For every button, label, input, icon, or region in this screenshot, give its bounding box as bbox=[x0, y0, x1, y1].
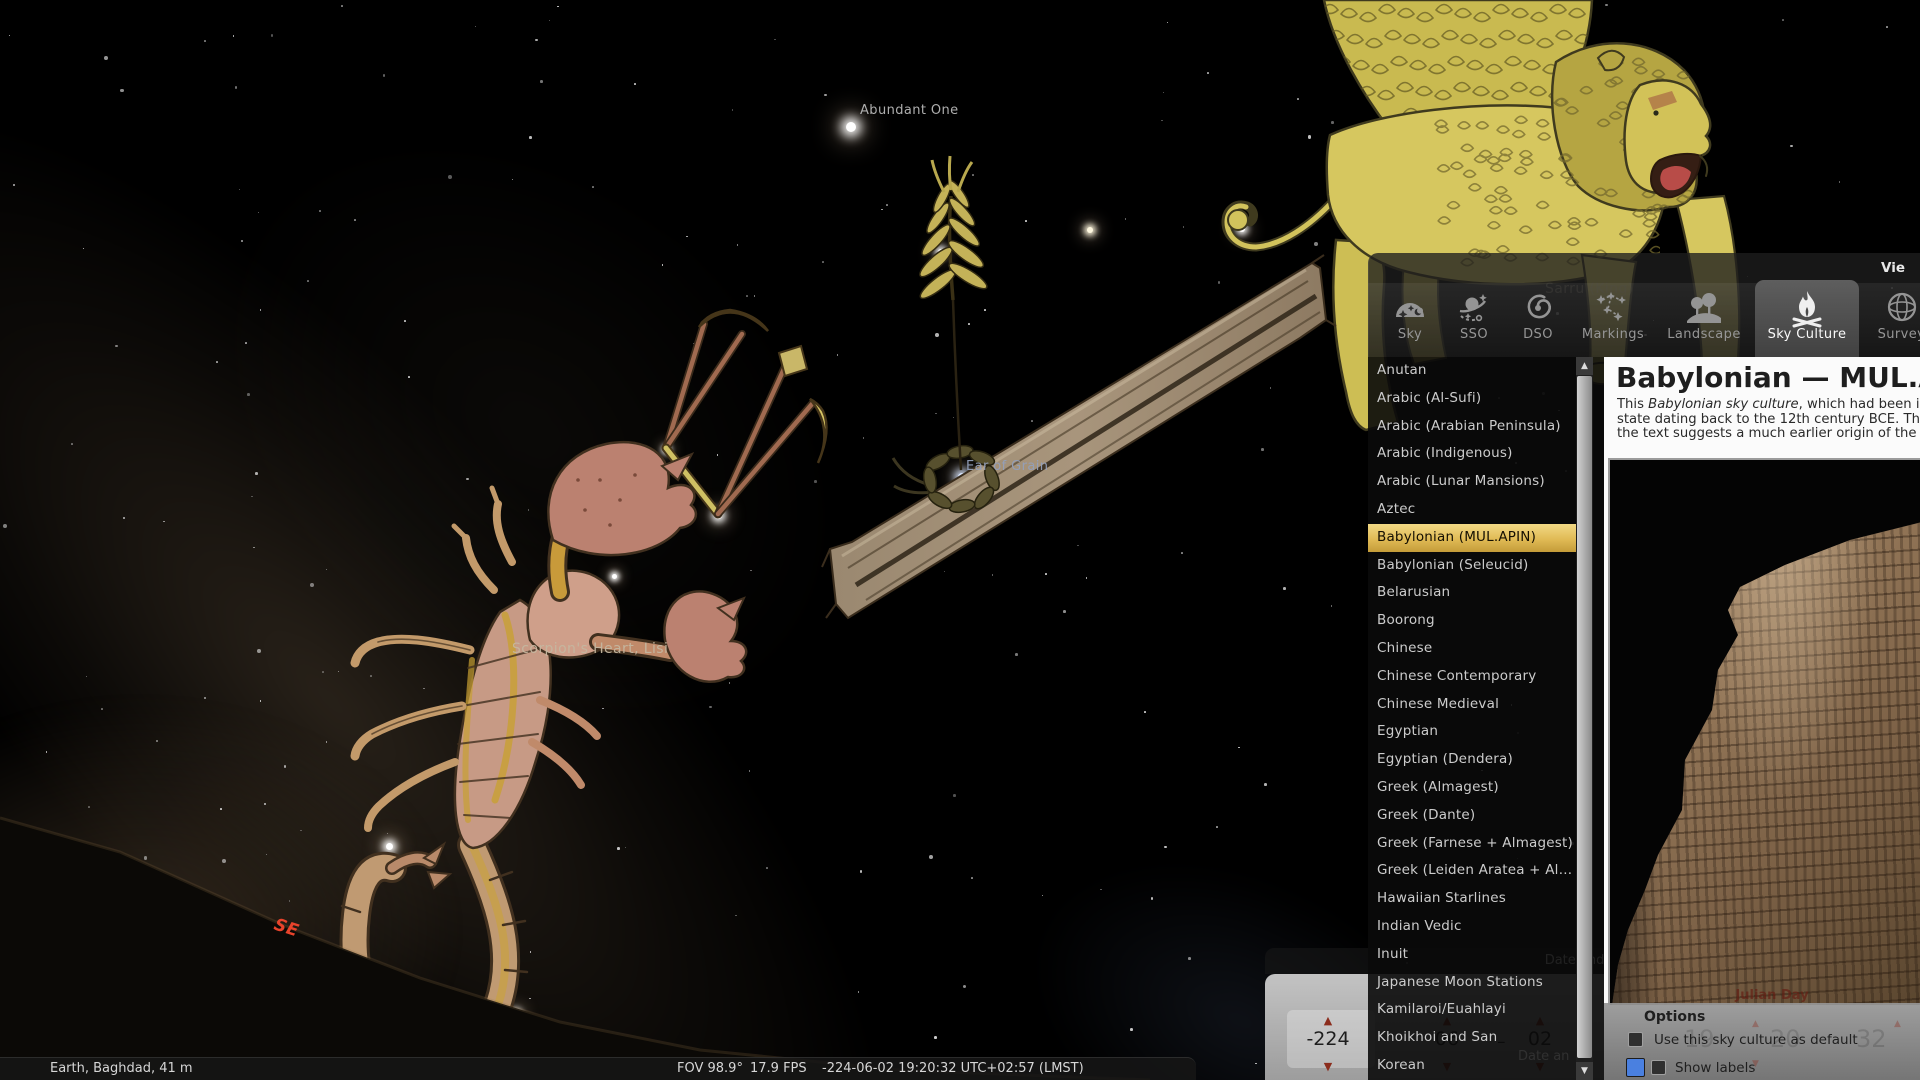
culture-item[interactable]: Indian Vedic bbox=[1368, 913, 1576, 941]
cuneiform-tablet bbox=[1610, 460, 1920, 1005]
dialog-title: Vie bbox=[1881, 260, 1905, 276]
culture-item[interactable]: Greek (Almagest) bbox=[1368, 774, 1576, 802]
culture-item[interactable]: Arabic (Lunar Mansions) bbox=[1368, 468, 1576, 496]
culture-item[interactable]: Babylonian (Seleucid) bbox=[1368, 552, 1576, 580]
culture-item[interactable]: Khoikhoi and San bbox=[1368, 1024, 1576, 1052]
options-header: Options bbox=[1644, 1009, 1705, 1025]
culture-item[interactable]: Greek (Farnese + Almagest) bbox=[1368, 830, 1576, 858]
sky-icon bbox=[1391, 289, 1429, 329]
description-line-3: the text suggests a much earlier origin … bbox=[1617, 426, 1920, 441]
list-scrollbar[interactable]: ▲ ▼ bbox=[1576, 357, 1593, 1080]
stellarium-app: Abundant One Ear of Grain Scorpion's Heart… bbox=[0, 0, 1920, 1080]
default-culture-label[interactable]: Use this sky culture as default bbox=[1654, 1032, 1858, 1048]
culture-item[interactable]: Arabic (Indigenous) bbox=[1368, 440, 1576, 468]
tab-sky-culture[interactable]: Sky Culture bbox=[1755, 280, 1859, 357]
star-label: Scorpion's Heart, Lisi bbox=[512, 641, 668, 657]
culture-item[interactable]: Chinese Medieval bbox=[1368, 691, 1576, 719]
tab-sky[interactable]: Sky bbox=[1381, 283, 1439, 357]
scrollbar-thumb[interactable] bbox=[1577, 376, 1592, 1058]
culture-item[interactable]: Japanese Moon Stations bbox=[1368, 969, 1576, 997]
default-culture-checkbox[interactable] bbox=[1628, 1032, 1643, 1047]
status-bar[interactable]: Earth, Baghdad, 41 m FOV 98.9° 17.9 FPS … bbox=[0, 1057, 1196, 1080]
star-label: Ear of Grain bbox=[966, 459, 1048, 474]
ghost-up-arrow: ▲ bbox=[1752, 1019, 1759, 1029]
culture-item[interactable]: Chinese bbox=[1368, 635, 1576, 663]
dialog-titlebar[interactable]: Vie bbox=[1368, 253, 1920, 283]
culture-description-panel: Babylonian — MUL.APIN This Babylonian sk… bbox=[1604, 357, 1920, 1080]
culture-item[interactable]: Inuit bbox=[1368, 941, 1576, 969]
surveys-icon bbox=[1886, 289, 1920, 329]
dso-icon bbox=[1519, 289, 1557, 329]
markings-icon bbox=[1594, 289, 1632, 329]
sky-culture-list[interactable]: AnutanArabic (Al-Sufi)Arabic (Arabian Pe… bbox=[1368, 357, 1604, 1080]
culture-title: Babylonian — MUL.APIN bbox=[1616, 361, 1920, 394]
view-dialog: Vie Sky bbox=[1368, 253, 1920, 1080]
tab-dso[interactable]: DSO bbox=[1509, 283, 1567, 357]
year-down-arrow[interactable]: ▼ bbox=[1293, 1060, 1363, 1073]
culture-item[interactable]: Korean bbox=[1368, 1052, 1576, 1080]
ghost-up-arrow-2: ▲ bbox=[1894, 1019, 1901, 1029]
culture-item[interactable]: Babylonian (MUL.APIN) bbox=[1368, 524, 1576, 552]
tab-label: Sky bbox=[1381, 327, 1439, 342]
tab-label: Surveys bbox=[1865, 327, 1920, 342]
show-labels-label[interactable]: Show labels bbox=[1675, 1060, 1755, 1076]
culture-item[interactable]: Hawaiian Starlines bbox=[1368, 885, 1576, 913]
culture-item[interactable]: Belarusian bbox=[1368, 579, 1576, 607]
description-line-2: state dating back to the 12th century BC… bbox=[1617, 412, 1920, 427]
tab-surveys[interactable]: Surveys bbox=[1865, 283, 1920, 357]
culture-item[interactable]: Egyptian bbox=[1368, 718, 1576, 746]
year-value[interactable]: -224 bbox=[1293, 1028, 1363, 1050]
landscape-icon bbox=[1685, 289, 1723, 329]
star-label: Abundant One bbox=[860, 103, 959, 118]
tab-label: SSO bbox=[1445, 327, 1503, 342]
scroll-down-button[interactable]: ▼ bbox=[1576, 1062, 1593, 1080]
tab-sso[interactable]: SSO bbox=[1445, 283, 1503, 357]
fov-readout: FOV 98.9° bbox=[677, 1061, 743, 1076]
tab-markings[interactable]: Markings bbox=[1573, 283, 1653, 357]
fps-readout: 17.9 FPS bbox=[750, 1061, 807, 1076]
culture-item[interactable]: Greek (Dante) bbox=[1368, 802, 1576, 830]
tab-label: DSO bbox=[1509, 327, 1567, 342]
culture-item[interactable]: Egyptian (Dendera) bbox=[1368, 746, 1576, 774]
location-readout[interactable]: Earth, Baghdad, 41 m bbox=[50, 1061, 193, 1076]
culture-item[interactable]: Kamilaroi/Euahlayi bbox=[1368, 996, 1576, 1024]
dialog-tabbar: Sky SSO DSO bbox=[1368, 283, 1920, 357]
culture-item[interactable]: Anutan bbox=[1368, 357, 1576, 385]
year-up-arrow[interactable]: ▲ bbox=[1293, 1014, 1363, 1027]
options-section: Options Use this sky culture as default … bbox=[1604, 1003, 1920, 1080]
tab-label: Markings bbox=[1573, 327, 1653, 342]
culture-item[interactable]: Chinese Contemporary bbox=[1368, 663, 1576, 691]
description-line-1: This Babylonian sky culture, which had b… bbox=[1617, 397, 1920, 412]
tab-landscape[interactable]: Landscape bbox=[1659, 283, 1749, 357]
ghost-second: 32 bbox=[1856, 1025, 1887, 1053]
culture-item[interactable]: Arabic (Arabian Peninsula) bbox=[1368, 413, 1576, 441]
culture-item[interactable]: Arabic (Al-Sufi) bbox=[1368, 385, 1576, 413]
scroll-up-button[interactable]: ▲ bbox=[1576, 357, 1593, 375]
show-labels-checkbox[interactable] bbox=[1651, 1060, 1666, 1075]
tab-label: Sky Culture bbox=[1755, 327, 1859, 342]
datetime-readout[interactable]: -224-06-02 19:20:32 UTC+02:57 (LMST) bbox=[822, 1061, 1084, 1076]
culture-item[interactable]: Aztec bbox=[1368, 496, 1576, 524]
label-color-swatch[interactable] bbox=[1626, 1058, 1645, 1077]
bonfire-icon bbox=[1788, 289, 1826, 329]
tablet-image: Julian Day bbox=[1608, 458, 1920, 1005]
culture-item[interactable]: Greek (Leiden Aratea + Al… bbox=[1368, 857, 1576, 885]
tab-label: Landscape bbox=[1659, 327, 1749, 342]
culture-item[interactable]: Boorong bbox=[1368, 607, 1576, 635]
sso-icon bbox=[1455, 289, 1493, 329]
